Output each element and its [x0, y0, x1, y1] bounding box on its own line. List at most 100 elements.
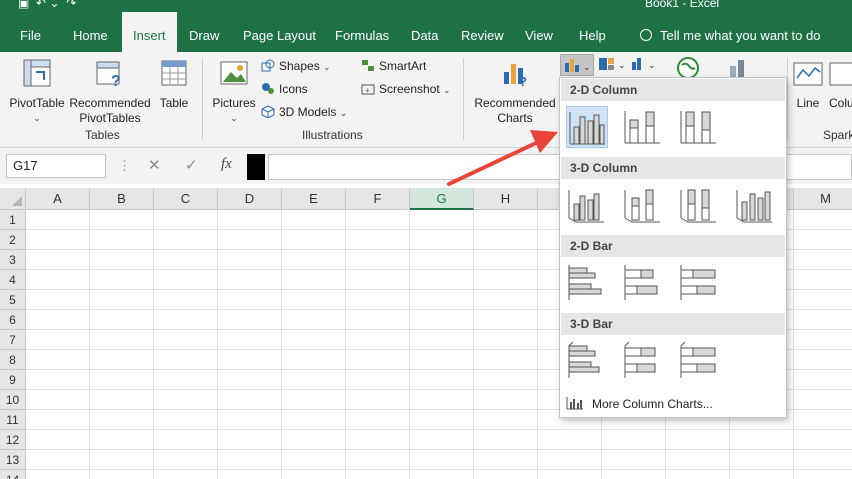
smartart-button[interactable]: SmartArt	[361, 58, 426, 74]
table-button[interactable]: Table	[156, 58, 192, 111]
statistic-chart-button[interactable]: ⌄	[630, 56, 660, 77]
100-stacked-column-chart-option[interactable]	[678, 106, 720, 148]
tab-insert[interactable]: Insert	[122, 12, 177, 52]
3d-100-stacked-column-icon	[680, 189, 716, 223]
3d-clustered-bar-option[interactable]	[566, 340, 608, 382]
gridline-vertical	[153, 210, 154, 479]
name-box[interactable]: G17	[6, 154, 106, 178]
section-2d-bar: 2-D Bar	[561, 235, 785, 257]
gridline-vertical	[409, 210, 410, 479]
column-header-a[interactable]: A	[26, 188, 90, 210]
svg-text:+: +	[365, 86, 370, 95]
cube-icon	[261, 105, 275, 119]
3d-models-button[interactable]: 3D Models ⌄	[261, 104, 347, 121]
row-header-3[interactable]: 3	[0, 250, 26, 270]
tab-data[interactable]: Data	[411, 12, 438, 52]
row-header-7[interactable]: 7	[0, 330, 26, 350]
3d-clustered-bar-icon	[568, 341, 600, 378]
row-header-11[interactable]: 11	[0, 410, 26, 430]
ribbon-tab-bar: File Home Insert Draw Page Layout Formul…	[0, 12, 852, 52]
tab-page-layout[interactable]: Page Layout	[243, 12, 316, 52]
tab-review[interactable]: Review	[461, 12, 504, 52]
icons-icon	[261, 82, 275, 95]
gridline-vertical	[281, 210, 282, 479]
stacked-column-chart-option[interactable]	[622, 106, 664, 148]
icons-button[interactable]: Icons	[261, 81, 308, 97]
column-header-c[interactable]: C	[154, 188, 218, 210]
gridline-vertical	[537, 210, 538, 479]
column-header-f[interactable]: F	[346, 188, 410, 210]
3d-100-stacked-column-option[interactable]	[678, 184, 720, 226]
column-header-e[interactable]: E	[282, 188, 346, 210]
gridline-vertical	[89, 210, 90, 479]
100-stacked-bar-chart-option[interactable]	[678, 262, 720, 304]
row-header-5[interactable]: 5	[0, 290, 26, 310]
tab-help[interactable]: Help	[579, 12, 606, 52]
clustered-bar-chart-option[interactable]	[566, 262, 608, 304]
column-header-h[interactable]: H	[474, 188, 538, 210]
stacked-bar-chart-option[interactable]	[622, 262, 664, 304]
3d-100-stacked-bar-icon	[680, 341, 716, 378]
tab-formulas[interactable]: Formulas	[335, 12, 389, 52]
3d-stacked-column-option[interactable]	[622, 184, 664, 226]
row-header-2[interactable]: 2	[0, 230, 26, 250]
insert-function-button[interactable]: fx	[221, 156, 232, 173]
svg-text:⌄: ⌄	[583, 62, 591, 72]
gridline-vertical	[217, 210, 218, 479]
screenshot-icon: +	[361, 82, 375, 95]
row-header-13[interactable]: 13	[0, 450, 26, 470]
column-header-b[interactable]: B	[90, 188, 154, 210]
stacked-column-icon	[624, 111, 660, 144]
recommended-charts-button[interactable]: ? Recommended Charts	[472, 58, 558, 126]
row-header-14[interactable]: 14	[0, 470, 26, 479]
tab-draw[interactable]: Draw	[189, 12, 219, 52]
100-stacked-column-icon	[680, 111, 716, 144]
column-header-g[interactable]: G	[410, 188, 474, 210]
tab-home[interactable]: Home	[73, 12, 108, 52]
3d-clustered-column-option[interactable]	[566, 184, 608, 226]
recommended-pivottables-icon: ?	[96, 61, 121, 90]
screenshot-button[interactable]: + Screenshot ⌄	[361, 81, 451, 98]
row-header-10[interactable]: 10	[0, 390, 26, 410]
enter-icon[interactable]: ✓	[185, 156, 198, 174]
insert-column-chart-button[interactable]: ⌄	[560, 54, 594, 76]
3d-stacked-bar-option[interactable]	[622, 340, 664, 382]
table-label: Table	[159, 96, 189, 110]
row-header-8[interactable]: 8	[0, 350, 26, 370]
row-header-1[interactable]: 1	[0, 210, 26, 230]
row-header-9[interactable]: 9	[0, 370, 26, 390]
row-header-6[interactable]: 6	[0, 310, 26, 330]
smartart-label: SmartArt	[379, 59, 427, 73]
row-header-4[interactable]: 4	[0, 270, 26, 290]
quick-access-toolbar[interactable]: ▣ ↶ ⌄ ↷	[18, 0, 76, 10]
select-all-button[interactable]	[0, 188, 26, 210]
recommended-pivottables-label-1: Recommended	[69, 96, 151, 110]
column-sparkline-icon	[829, 62, 852, 86]
hierarchy-chart-button[interactable]: ⌄	[598, 56, 628, 77]
recommended-pivottables-button[interactable]: ? Recommended PivotTables	[68, 58, 152, 126]
column-sparkline-button[interactable]: Colu	[829, 58, 852, 111]
table-icon	[161, 60, 187, 86]
tab-view[interactable]: View	[525, 12, 553, 52]
clustered-column-chart-option[interactable]	[566, 106, 608, 148]
gridline-horizontal	[26, 469, 852, 470]
shapes-button[interactable]: Shapes ⌄	[261, 58, 331, 75]
3d-stacked-bar-icon	[624, 341, 656, 378]
3d-models-label: 3D Models	[279, 105, 337, 119]
line-sparkline-button[interactable]: Line	[791, 58, 825, 111]
tell-me-box[interactable]: Tell me what you want to do	[640, 12, 820, 52]
pivottable-button[interactable]: PivotTable ⌄	[8, 58, 66, 126]
pictures-button[interactable]: Pictures ⌄	[210, 58, 258, 126]
row-header-12[interactable]: 12	[0, 430, 26, 450]
svg-text:?: ?	[519, 74, 527, 88]
window-title: Book1 - Excel	[645, 0, 720, 10]
column-header-d[interactable]: D	[218, 188, 282, 210]
more-column-charts-link[interactable]: More Column Charts...	[566, 396, 713, 411]
3d-column-option[interactable]	[734, 184, 776, 226]
3d-clustered-column-icon	[568, 190, 604, 223]
column-header-m[interactable]: M	[794, 188, 852, 210]
illustrations-group-label: Illustrations	[302, 128, 363, 142]
tab-file[interactable]: File	[20, 12, 41, 52]
cancel-icon[interactable]: ✕	[148, 156, 161, 174]
3d-100-stacked-bar-option[interactable]	[678, 340, 720, 382]
